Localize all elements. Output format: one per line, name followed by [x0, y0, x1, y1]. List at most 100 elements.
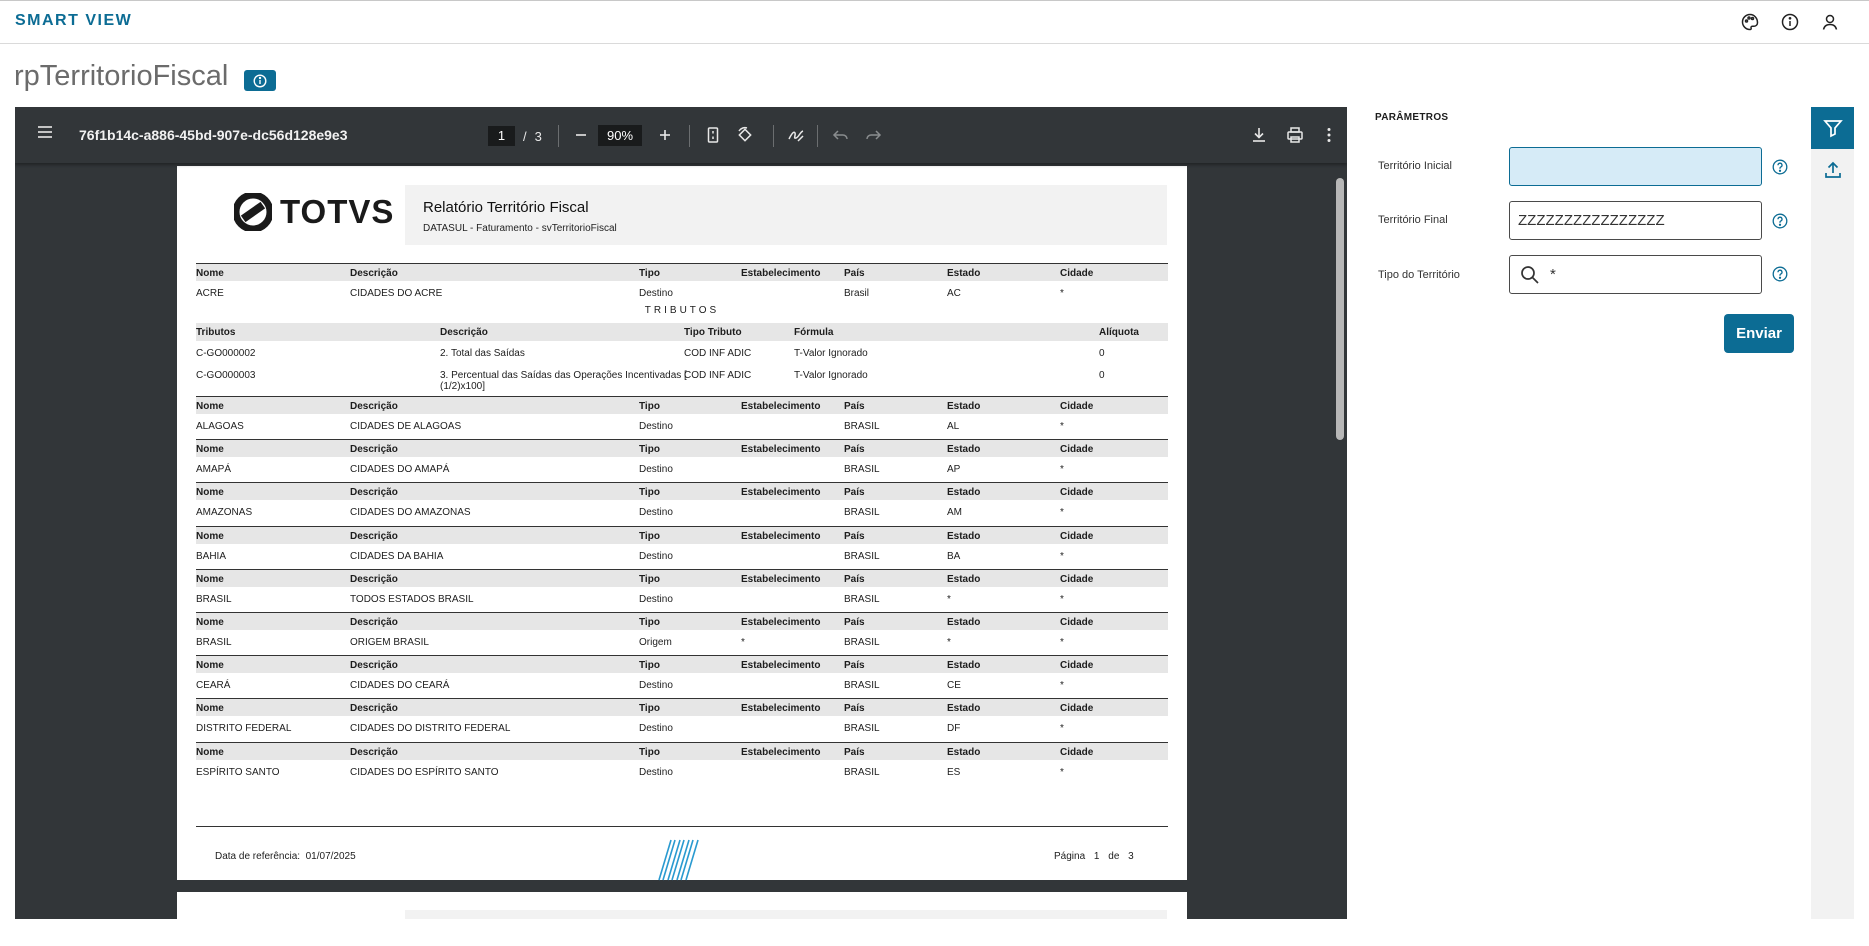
info-icon	[253, 73, 267, 88]
header-estab: Estabelecimento	[741, 617, 821, 628]
header-pais: País	[844, 617, 865, 628]
redo-icon[interactable]	[863, 125, 883, 145]
header-estado: Estado	[947, 530, 981, 542]
header-tipo: Tipo	[639, 703, 660, 715]
cell-cidade: *	[1060, 288, 1064, 299]
fit-page-icon[interactable]	[703, 125, 723, 145]
help-icon[interactable]	[1772, 159, 1788, 175]
cell-pais: Brasil	[844, 288, 870, 299]
zoom-in-icon[interactable]	[655, 125, 675, 145]
header-estab: Estabelecimento	[741, 660, 821, 672]
upload-icon[interactable]	[1823, 160, 1843, 185]
table-row: ACRE CIDADES DO ACRE Destino Brasil AC *	[196, 284, 1168, 302]
page-of: de	[1108, 851, 1120, 862]
header-cidade: Cidade	[1060, 573, 1094, 585]
cell-estado: AM	[947, 507, 962, 519]
cell-cidade: *	[1060, 421, 1064, 432]
report-info-button[interactable]	[244, 70, 276, 91]
menu-icon[interactable]	[37, 125, 53, 144]
header-estab: Estabelecimento	[741, 573, 821, 585]
header-nome: Nome	[196, 268, 224, 279]
toolbar-divider	[689, 125, 690, 147]
trib-header-formula: Fórmula	[794, 327, 834, 338]
cell-desc: CIDADES DO CEARÁ	[350, 680, 450, 692]
toolbar-divider	[558, 125, 559, 147]
header-desc: Descrição	[350, 617, 398, 628]
search-icon	[1520, 265, 1540, 289]
header-nome: Nome	[196, 444, 224, 456]
help-icon[interactable]	[1772, 213, 1788, 229]
page-label: Página	[1054, 851, 1086, 862]
header-desc: Descrição	[350, 746, 398, 758]
header-pais: País	[844, 268, 865, 279]
info-icon[interactable]	[1781, 13, 1799, 31]
header-pais: País	[844, 573, 865, 585]
parameters-title: PARÂMETROS	[1375, 112, 1449, 123]
zoom-level[interactable]: 90%	[598, 125, 642, 146]
viewer-scrollbar[interactable]	[1333, 163, 1347, 919]
header-tipo: Tipo	[639, 530, 660, 542]
cell-desc: CIDADES DO AMAPÁ	[350, 464, 450, 476]
header-desc: Descrição	[350, 703, 398, 715]
header-tipo: Tipo	[639, 444, 660, 456]
header-estado: Estado	[947, 660, 981, 672]
cell-tipo: Destino	[639, 593, 673, 605]
cell-pais: BRASIL	[844, 723, 880, 735]
cell-nome: AMAZONAS	[196, 507, 253, 519]
cell-nome: BRASIL	[196, 637, 232, 648]
date-label: Data de referência:	[215, 851, 301, 862]
logo-text: TOTVS	[280, 193, 395, 230]
header-cidade: Cidade	[1060, 487, 1094, 499]
header-pais: País	[844, 660, 865, 672]
cell-estab: *	[741, 637, 745, 648]
send-button[interactable]: Enviar	[1724, 314, 1794, 353]
header-nome: Nome	[196, 746, 224, 758]
rotate-icon[interactable]	[735, 125, 755, 145]
totvs-mark-icon	[653, 836, 703, 887]
pdf-page-next	[177, 892, 1187, 919]
download-icon[interactable]	[1249, 125, 1269, 145]
table-row: AMAZONAS CIDADES DO AMAZONAS Destino BRASIL…	[196, 503, 1168, 521]
app-brand[interactable]: SMART VIEW	[15, 12, 132, 30]
cell-desc: TODOS ESTADOS BRASIL	[350, 593, 474, 605]
user-icon[interactable]	[1821, 13, 1839, 31]
cell-nome: BAHIA	[196, 550, 227, 562]
cell-cidade: *	[1060, 464, 1064, 476]
territorio-final-input[interactable]: ZZZZZZZZZZZZZZZZ	[1509, 201, 1762, 240]
trib-header-tipo: Tipo Tributo	[684, 327, 742, 338]
page-input[interactable]: 1	[488, 126, 515, 146]
cell-cidade: *	[1060, 550, 1064, 562]
filter-button[interactable]	[1811, 107, 1854, 149]
report-title: Relatório Território Fiscal	[423, 199, 589, 216]
cell-nome: BRASIL	[196, 593, 232, 605]
cell-cidade: *	[1060, 593, 1064, 605]
annotate-icon[interactable]	[786, 125, 806, 145]
filter-icon	[1822, 120, 1843, 138]
header-tipo: Tipo	[639, 401, 660, 412]
cell-pais: BRASIL	[844, 766, 880, 778]
toolbar-divider	[773, 125, 774, 147]
table-row: ALAGOAS CIDADES DE ALAGOAS Destino BRASIL AL…	[196, 417, 1168, 435]
cell-cidade: *	[1060, 507, 1064, 519]
cell-nome: ACRE	[196, 288, 224, 299]
table-header-row: Nome Descrição Tipo Estabelecimento País Esta…	[196, 263, 1168, 281]
header-desc: Descrição	[350, 487, 398, 499]
print-icon[interactable]	[1285, 125, 1305, 145]
cell-estado: *	[947, 637, 951, 648]
header-nome: Nome	[196, 487, 224, 499]
table-row: DISTRITO FEDERAL CIDADES DO DISTRITO FEDE…	[196, 719, 1168, 737]
header-estab: Estabelecimento	[741, 487, 821, 499]
report-header: Relatório Território Fiscal DATASUL - Fa…	[405, 185, 1167, 245]
palette-icon[interactable]	[1741, 13, 1759, 31]
tipo-territorio-input[interactable]: *	[1509, 255, 1762, 294]
cell-pais: BRASIL	[844, 464, 880, 476]
scrollbar-thumb[interactable]	[1336, 178, 1344, 440]
header-nome: Nome	[196, 660, 224, 672]
pdf-toolbar: 76f1b14c-a886-45bd-907e-dc56d128e9e3 1 /…	[15, 107, 1347, 163]
help-icon[interactable]	[1772, 266, 1788, 282]
more-options-icon[interactable]	[1319, 125, 1339, 145]
table-row: BAHIA CIDADES DA BAHIA Destino BRASIL BA *	[196, 547, 1168, 565]
zoom-out-icon[interactable]	[571, 125, 591, 145]
territorio-inicial-input[interactable]	[1509, 147, 1762, 186]
undo-icon[interactable]	[831, 125, 851, 145]
